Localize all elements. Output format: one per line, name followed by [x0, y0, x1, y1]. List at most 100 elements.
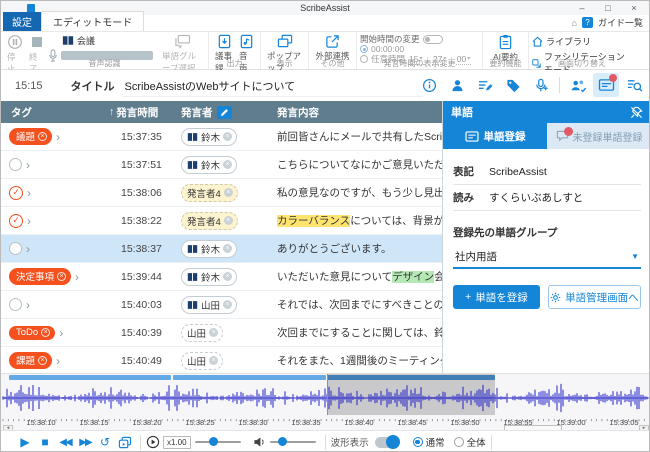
table-row[interactable]: ✓›15:38:22発言者4×カラーバランスについては、背景が少し薄いかなと思い…	[1, 207, 442, 235]
circle-icon[interactable]	[9, 298, 22, 311]
remove-speaker-icon[interactable]: ×	[223, 244, 232, 253]
tab-edit-mode[interactable]: エディットモード	[41, 11, 144, 31]
info-button[interactable]	[416, 73, 442, 97]
table-row[interactable]: ›15:38:37鈴木×ありがとうございます。	[1, 235, 442, 263]
speaker-chip[interactable]: 発言者4×	[181, 212, 238, 230]
zero-time-radio[interactable]	[360, 45, 368, 53]
expand-chevron-icon[interactable]: ›	[26, 160, 30, 170]
word-panel-button[interactable]	[593, 73, 619, 97]
radio-normal-icon[interactable]	[413, 437, 423, 447]
table-row[interactable]: 決定事項×›15:39:44鈴木×いただいた意見についてデザイン会社と打ち合わせ…	[1, 263, 442, 291]
waveform-panel[interactable]: 15:38:1015:38:1515:38:2015:38:2515:38:30…	[1, 373, 650, 430]
close-button[interactable]: ×	[621, 1, 647, 15]
volume-icon[interactable]	[253, 436, 266, 448]
table-row[interactable]: ›15:37:51鈴木×こちらについてなにかご意見いただけますでしょうか。	[1, 151, 442, 179]
home-small-icon[interactable]: ⌂	[572, 18, 577, 28]
remove-speaker-icon[interactable]: ×	[223, 160, 232, 169]
tab-settings[interactable]: 設定	[3, 12, 41, 31]
view-normal-option[interactable]: 通常	[413, 435, 445, 449]
remove-tag-icon[interactable]: ×	[38, 356, 47, 365]
expand-chevron-icon[interactable]: ›	[27, 188, 31, 198]
help-icon[interactable]: ?	[582, 17, 593, 28]
add-voice-button[interactable]	[528, 73, 554, 97]
title-input[interactable]: ScribeAssistのWebサイトについて	[123, 76, 423, 97]
speaker-chip[interactable]: 山田×	[181, 352, 223, 370]
column-time[interactable]: ↑ 発言時間	[109, 105, 181, 120]
remove-speaker-icon[interactable]: ×	[223, 300, 232, 309]
expand-chevron-icon[interactable]: ›	[26, 300, 30, 310]
speaker-manage-button[interactable]	[444, 73, 470, 97]
unpin-icon[interactable]	[630, 106, 643, 119]
speaker-chip[interactable]: 鈴木×	[181, 128, 237, 146]
library-button[interactable]: ライブラリ	[532, 35, 632, 48]
utterance-text[interactable]: いただいた意見についてデザイン会社と打ち合わせを設けて、またブラッシュアップ	[273, 269, 442, 284]
remove-speaker-icon[interactable]: ×	[224, 216, 233, 225]
speaker-edit-icon[interactable]	[217, 106, 232, 119]
speaker-chip[interactable]: 鈴木×	[181, 268, 237, 286]
remove-speaker-icon[interactable]: ×	[209, 356, 218, 365]
speech-segment-bar[interactable]	[9, 375, 171, 380]
play-button[interactable]: ▶	[15, 433, 35, 451]
remove-speaker-icon[interactable]: ×	[209, 328, 218, 337]
check-icon[interactable]: ✓	[9, 214, 23, 228]
table-row[interactable]: ›15:40:03山田×それでは、次回までにすべきことの確認、および担当者を決め…	[1, 291, 442, 319]
utterance-text[interactable]: こちらについてなにかご意見いただけますでしょうか。	[273, 157, 442, 172]
speaker-check-button[interactable]	[565, 73, 591, 97]
expand-chevron-icon[interactable]: ›	[26, 244, 30, 254]
utterance-text[interactable]: それをまた、1週間後のミーティングにて発表していただき、最終確認を行いたい	[273, 353, 442, 368]
column-tag[interactable]: タグ	[1, 105, 109, 120]
circle-icon[interactable]	[9, 242, 22, 255]
speaker-chip[interactable]: 山田×	[181, 296, 237, 314]
table-row[interactable]: ToDo×›15:40:39山田×次回までにすることに関しては、鈴木さんにデザイ…	[1, 319, 442, 347]
utterance-text[interactable]: カラーバランスについては、背景が少し薄いかなと思いますので、少し濃くしていた	[273, 213, 442, 228]
remove-tag-icon[interactable]: ×	[41, 328, 50, 337]
utterance-text[interactable]: 次回までにすることに関しては、鈴木さんにデザインのブラッシュアップを行っていた	[273, 325, 442, 340]
utterance-text[interactable]: 私の意見なのですが、もう少し見出しの文字を大きくしてもらえると、区別がつき	[273, 185, 442, 200]
view-all-option[interactable]: 全体	[454, 435, 486, 449]
table-row[interactable]: ✓›15:38:06発言者4×私の意見なのですが、もう少し見出しの文字を大きくし…	[1, 179, 442, 207]
expand-chevron-icon[interactable]: ›	[56, 356, 60, 366]
tag-badge[interactable]: 決定事項×	[9, 268, 71, 285]
rewind-button[interactable]: ◀◀	[55, 433, 75, 451]
fast-forward-button[interactable]: ▶▶	[75, 433, 95, 451]
remove-speaker-icon[interactable]: ×	[223, 272, 232, 281]
speed-slider[interactable]	[195, 441, 241, 443]
word-group-select[interactable]: 社内用語 ▼	[453, 246, 641, 269]
circle-icon[interactable]	[9, 158, 22, 171]
word-manage-button[interactable]: 単語管理画面へ	[548, 285, 641, 309]
column-content[interactable]: 発言内容	[273, 105, 442, 120]
tag-badge[interactable]: 課題×	[9, 352, 52, 369]
tab-word-register[interactable]: 単語登録	[443, 123, 547, 149]
column-speaker[interactable]: 発言者	[181, 105, 273, 120]
expand-chevron-icon[interactable]: ›	[27, 216, 31, 226]
tag-button[interactable]	[500, 73, 526, 97]
table-row[interactable]: 議題×›15:37:35鈴木×前回皆さんにメールで共有したScribeAssis…	[1, 123, 442, 151]
yomi-input[interactable]: すくらいぶあしすと	[489, 190, 583, 205]
speaker-chip[interactable]: 鈴木×	[181, 156, 237, 174]
expand-chevron-icon[interactable]: ›	[56, 132, 60, 142]
minimize-button[interactable]: –	[569, 1, 595, 15]
remove-tag-icon[interactable]: ×	[38, 132, 47, 141]
speaker-chip[interactable]: 鈴木×	[181, 240, 237, 258]
maximize-button[interactable]: □	[595, 1, 621, 15]
utterance-text[interactable]: 前回皆さんにメールで共有したScribeAssistについてのホームページのデザ…	[273, 129, 442, 144]
repeat-section-button[interactable]	[115, 433, 135, 451]
tag-badge[interactable]: 議題×	[9, 128, 52, 145]
expand-chevron-icon[interactable]: ›	[59, 328, 63, 338]
audio-waveform[interactable]	[1, 381, 650, 415]
tab-unregistered-words[interactable]: 未登録単語登録	[547, 123, 650, 149]
stop-button-player[interactable]: ■	[35, 433, 55, 451]
replay-icon[interactable]: ↺	[95, 433, 115, 451]
waveform-display-toggle[interactable]	[375, 437, 399, 448]
guide-list-link[interactable]: ガイド一覧	[598, 16, 643, 29]
speaker-chip[interactable]: 発言者4×	[181, 184, 238, 202]
speech-segment-bar[interactable]	[173, 375, 326, 380]
start-time-toggle[interactable]	[423, 35, 443, 44]
hyouki-input[interactable]: ScribeAssist	[489, 166, 547, 178]
remove-speaker-icon[interactable]: ×	[224, 188, 233, 197]
table-row[interactable]: 課題×›15:40:49山田×それをまた、1週間後のミーティングにて発表していた…	[1, 347, 442, 373]
expand-chevron-icon[interactable]: ›	[75, 272, 79, 282]
remove-tag-icon[interactable]: ×	[57, 272, 66, 281]
edit-text-button[interactable]	[472, 73, 498, 97]
speaker-chip[interactable]: 山田×	[181, 324, 223, 342]
